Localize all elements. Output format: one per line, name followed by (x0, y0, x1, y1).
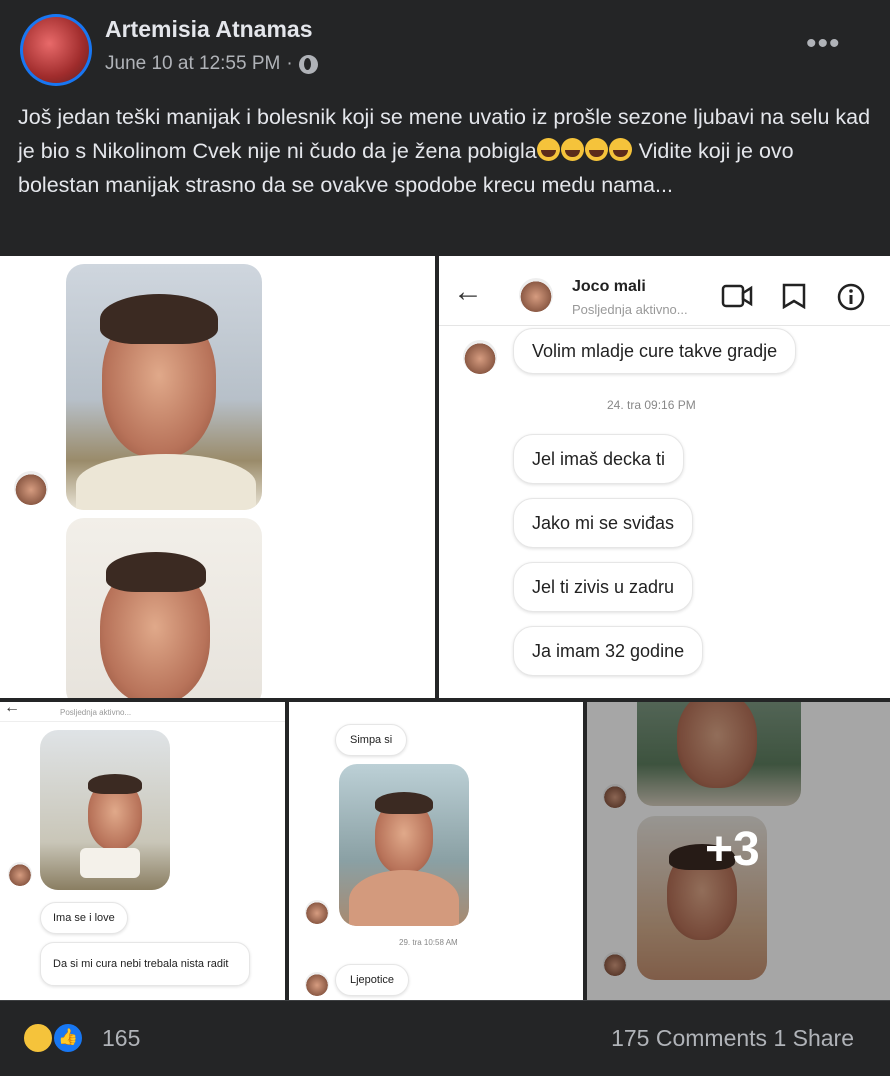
video-call-icon[interactable] (721, 283, 753, 309)
sender-avatar (305, 900, 329, 924)
contact-avatar (519, 278, 553, 312)
back-arrow-icon[interactable]: ← (453, 277, 483, 307)
selfie-photo (66, 518, 262, 698)
message-bubble: Jel imaš decka ti (513, 434, 685, 484)
sender-avatar (8, 862, 32, 886)
laughing-emoji-icon (584, 138, 608, 161)
message-bubble: Volim mladje cure takve gradje (513, 328, 797, 374)
laughing-emoji-icon[interactable] (22, 1022, 54, 1054)
author-name[interactable]: Artemisia Atnamas (105, 16, 313, 43)
like-icon[interactable]: 👍 (52, 1022, 84, 1054)
sender-avatar (14, 471, 48, 505)
post-timestamp[interactable]: June 10 at 12:55 PM (105, 53, 280, 75)
message-bubble: Jel ti zivis u zadru (513, 562, 694, 612)
info-icon[interactable] (836, 282, 866, 312)
post-header: Artemisia Atnamas June 10 at 12:55 PM · … (0, 0, 890, 96)
selfie-photo (66, 264, 262, 510)
photo-grid: ← Joco mali Posljednja aktivno... Volim … (0, 256, 890, 1000)
back-arrow-icon[interactable]: ← (4, 702, 20, 717)
message-bubble: Ljepotice (335, 964, 410, 996)
post-stats: 175 Comments 1 Share (611, 1025, 854, 1052)
message-bubble: Ja imam 32 godine (513, 626, 704, 676)
photo-tile-3[interactable]: ← Posljednja aktivno... Ima se i love Da… (0, 702, 285, 1000)
message-bubble: Jako mi se sviđas (513, 498, 694, 548)
chat-timestamp: 24. tra 09:16 PM (607, 398, 696, 412)
meta-separator: · (286, 53, 293, 74)
laughing-emoji-icon (560, 138, 584, 161)
chat-header: ← Posljednja aktivno... (0, 702, 285, 722)
photo-tile-5[interactable]: +3 (587, 702, 890, 1000)
laughing-emoji-icon (608, 138, 632, 161)
post-footer: 👍 165 175 Comments 1 Share (0, 1000, 890, 1076)
selfie-photo (339, 764, 469, 926)
photo-tile-1[interactable] (0, 256, 435, 698)
photo-tile-2[interactable]: ← Joco mali Posljednja aktivno... Volim … (439, 256, 890, 698)
chat-timestamp: 29. tra 10:58 AM (399, 938, 458, 947)
globe-icon[interactable] (298, 54, 318, 74)
post-meta: June 10 at 12:55 PM · (105, 53, 318, 75)
contact-avatar (463, 340, 497, 374)
contact-status: Posljednja aktivno... (572, 302, 688, 317)
more-photos-count[interactable]: +3 (705, 822, 760, 877)
message-bubble: Simpa si (335, 724, 408, 756)
message-bubble: Ima se i love (40, 902, 128, 934)
contact-status: Posljednja aktivno... (60, 708, 132, 717)
flag-icon[interactable] (781, 283, 807, 309)
shares-count[interactable]: 1 Share (773, 1025, 854, 1051)
message-bubble: Da si mi cura nebi trebala nista radit (40, 942, 250, 986)
comments-count[interactable]: 175 Comments (611, 1025, 767, 1051)
post-text: Još jedan teški manijak i bolesnik koji … (18, 100, 873, 202)
photo-tile-4[interactable]: Simpa si 29. tra 10:58 AM Ljepotice (289, 702, 583, 1000)
chat-header: ← Joco mali Posljednja aktivno... (439, 256, 890, 326)
selfie-photo (40, 730, 170, 890)
more-icon[interactable]: ••• (806, 29, 841, 59)
laughing-emoji-icon (536, 138, 560, 161)
contact-name: Joco mali (572, 278, 646, 295)
author-avatar[interactable] (20, 14, 92, 86)
sender-avatar (305, 972, 329, 996)
reactions-count[interactable]: 165 (102, 1025, 140, 1052)
